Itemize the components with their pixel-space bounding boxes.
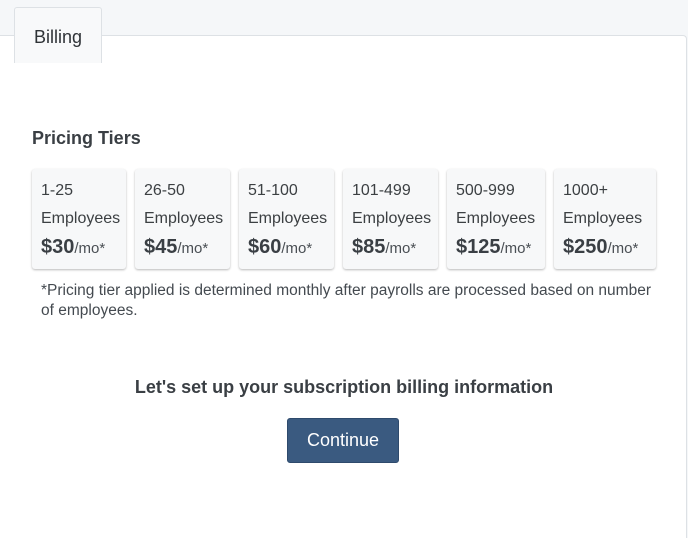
tier-price: $45 <box>144 236 178 258</box>
tier-range: 500-999 <box>456 182 515 199</box>
tier-unit: Employees <box>41 210 121 227</box>
pricing-tiers-heading: Pricing Tiers <box>32 128 141 148</box>
pricing-tier-card: 51-100 Employees $60/mo* <box>239 169 334 269</box>
tier-range: 1-25 <box>41 182 74 199</box>
pricing-tier-card: 1000+ Employees $250/mo* <box>554 169 656 269</box>
tab-billing[interactable]: Billing <box>14 7 102 63</box>
tier-price-line: $45/mo* <box>144 236 221 260</box>
tier-unit: Employees <box>563 210 643 227</box>
tier-price: $30 <box>41 236 75 258</box>
tier-period: /mo* <box>385 240 417 257</box>
pricing-tiers-list: 1-25 Employees $30/mo* 26-50 Employees $… <box>32 169 656 269</box>
tier-period: /mo* <box>177 240 209 257</box>
tier-price-line: $85/mo* <box>352 236 429 260</box>
tier-unit: Employees <box>248 210 328 227</box>
tier-range: 51-100 <box>248 182 298 199</box>
tier-unit: Employees <box>144 210 224 227</box>
pricing-tier-card: 101-499 Employees $85/mo* <box>343 169 438 269</box>
tier-price-line: $60/mo* <box>248 236 325 260</box>
tier-period: /mo* <box>74 240 106 257</box>
tier-price: $60 <box>248 236 282 258</box>
tier-price-line: $30/mo* <box>41 236 117 260</box>
tier-unit: Employees <box>456 210 536 227</box>
pricing-tier-card: 26-50 Employees $45/mo* <box>135 169 230 269</box>
pricing-tier-card: 1-25 Employees $30/mo* <box>32 169 126 269</box>
pricing-note: *Pricing tier applied is determined mont… <box>41 282 651 319</box>
tier-range: 26-50 <box>144 182 185 199</box>
tab-billing-label: Billing <box>33 27 83 47</box>
tier-unit: Employees <box>352 210 432 227</box>
tier-range: 101-499 <box>352 182 411 199</box>
continue-button[interactable]: Continue <box>287 418 399 463</box>
pricing-tier-card: 500-999 Employees $125/mo* <box>447 169 545 269</box>
tier-period: /mo* <box>607 240 639 257</box>
tier-price-line: $250/mo* <box>563 236 647 260</box>
setup-heading: Let's set up your subscription billing i… <box>134 377 554 397</box>
tier-price: $125 <box>456 236 501 258</box>
tier-price: $85 <box>352 236 386 258</box>
tier-period: /mo* <box>281 240 313 257</box>
tier-price-line: $125/mo* <box>456 236 536 260</box>
tier-range: 1000+ <box>563 182 608 199</box>
tier-period: /mo* <box>500 240 532 257</box>
tier-price: $250 <box>563 236 608 258</box>
